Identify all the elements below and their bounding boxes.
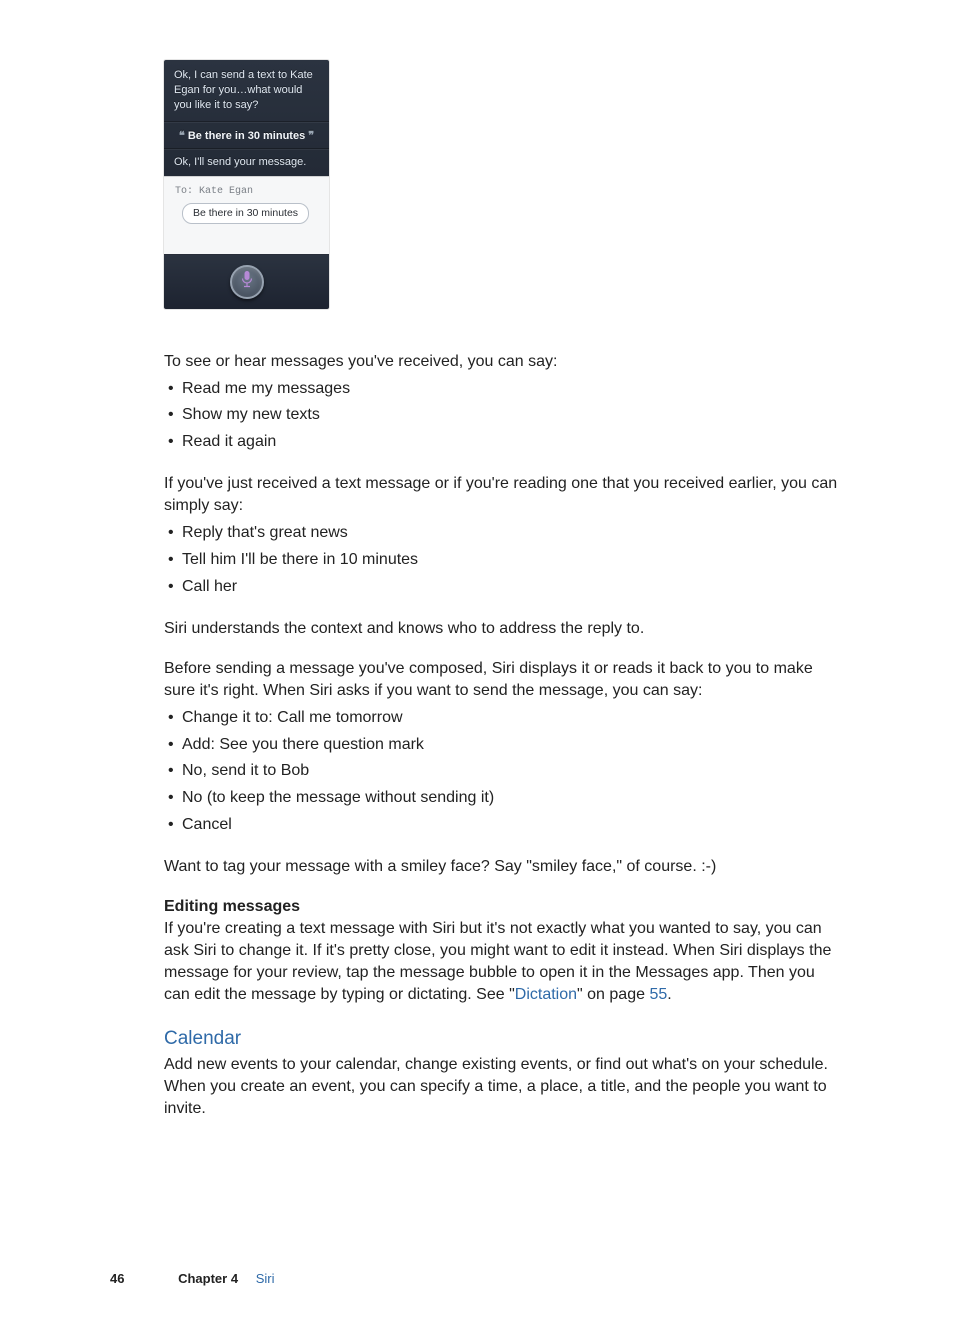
siri-mic-button[interactable] [230, 265, 264, 299]
list-item: No, send it to Bob [168, 759, 844, 784]
message-to-line: To: Kate Egan [172, 186, 321, 197]
bullet-list: Reply that's great news Tell him I'll be… [164, 521, 844, 599]
siri-confirm-text: Ok, I'll send your message. [164, 149, 329, 176]
siri-response-text: Ok, I can send a text to Kate Egan for y… [164, 60, 329, 122]
page-footer: 46 Chapter 4 Siri [110, 1271, 274, 1286]
paragraph-text: " on page [577, 986, 649, 1003]
chapter-label: Chapter 4 [178, 1271, 238, 1286]
body-paragraph: Add new events to your calendar, change … [164, 1054, 844, 1120]
to-name: Kate Egan [199, 186, 253, 197]
bullet-list: Read me my messages Show my new texts Re… [164, 377, 844, 455]
siri-mic-bar [164, 254, 329, 309]
bullet-list: Change it to: Call me tomorrow Add: See … [164, 706, 844, 838]
body-paragraph: Before sending a message you've composed… [164, 658, 844, 702]
siri-user-quote: Be there in 30 minutes [164, 122, 329, 149]
page-number: 46 [110, 1271, 124, 1286]
body-paragraph: Siri understands the context and knows w… [164, 618, 844, 640]
list-item: Read me my messages [168, 377, 844, 402]
page-link[interactable]: 55 [649, 986, 667, 1003]
subheading: Editing messages [164, 898, 844, 916]
microphone-icon [240, 270, 254, 293]
siri-screenshot: Ok, I can send a text to Kate Egan for y… [164, 60, 329, 309]
list-item: Change it to: Call me tomorrow [168, 706, 844, 731]
body-paragraph: To see or hear messages you've received,… [164, 351, 844, 373]
siri-message-card: To: Kate Egan Be there in 30 minutes [164, 176, 329, 254]
list-item: Show my new texts [168, 403, 844, 428]
message-bubble[interactable]: Be there in 30 minutes [182, 203, 309, 224]
list-item: Call her [168, 575, 844, 600]
list-item: Read it again [168, 430, 844, 455]
body-paragraph: If you're creating a text message with S… [164, 918, 844, 1006]
paragraph-text: If you're creating a text message with S… [164, 920, 831, 1003]
list-item: No (to keep the message without sending … [168, 786, 844, 811]
chapter-name-link[interactable]: Siri [256, 1271, 275, 1286]
list-item: Reply that's great news [168, 521, 844, 546]
list-item: Cancel [168, 813, 844, 838]
dictation-link[interactable]: Dictation [515, 986, 577, 1003]
to-label: To: [175, 186, 193, 197]
section-heading-calendar: Calendar [164, 1028, 844, 1050]
body-paragraph: If you've just received a text message o… [164, 473, 844, 517]
paragraph-text: . [667, 986, 671, 1003]
siri-dark-section: Ok, I can send a text to Kate Egan for y… [164, 60, 329, 176]
list-item: Add: See you there question mark [168, 733, 844, 758]
list-item: Tell him I'll be there in 10 minutes [168, 548, 844, 573]
body-paragraph: Want to tag your message with a smiley f… [164, 856, 844, 878]
